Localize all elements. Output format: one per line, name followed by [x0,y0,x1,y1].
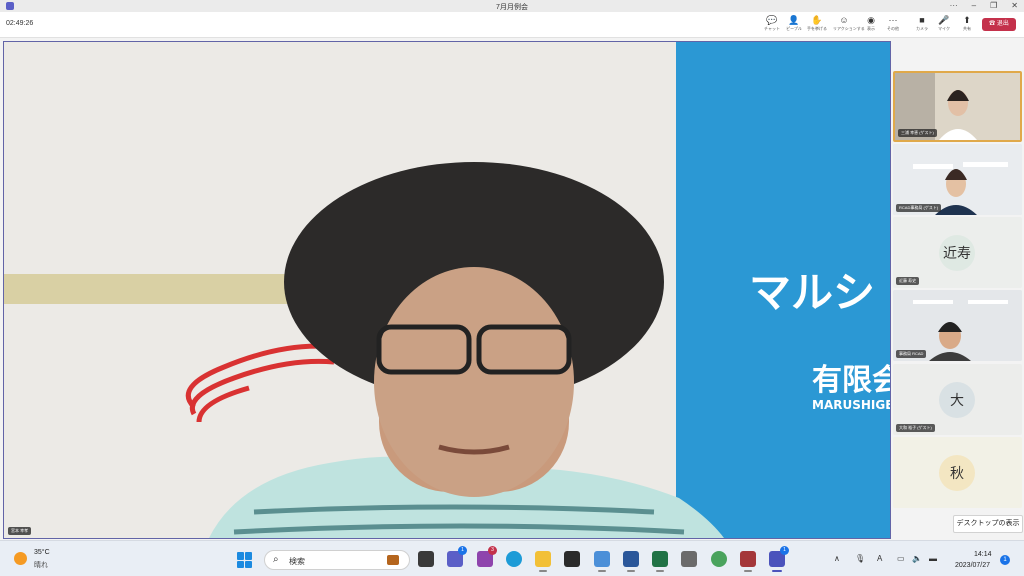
share-button[interactable]: ⬆ 共有 [956,15,978,35]
ime-indicator[interactable]: A [877,554,882,563]
network-icon[interactable]: ▭ [897,554,905,563]
access-icon[interactable] [740,551,756,572]
more-options-icon[interactable]: ··· [950,1,958,10]
windows-taskbar: 35°C 晴れ ⌕ 検索 1 3 1 ∧ 🎙 A ▭ 🔈 ▬ 14:14 202… [0,540,1024,576]
excel-icon[interactable] [652,551,668,572]
mic-icon: 🎤 [938,15,950,25]
avatar: 大 [939,382,975,418]
file-explorer-icon[interactable] [535,551,551,572]
title-bar: 7月月例会 ··· – ❐ ✕ [0,0,1024,12]
volume-icon[interactable]: 🔈 [912,554,922,563]
phone-icon: ☎ [989,21,996,27]
battery-icon[interactable]: ▬ [929,554,937,563]
participant-tile[interactable]: 大 大和 裕子 (ゲスト) [893,364,1022,435]
clock-time[interactable]: 14:14 [974,551,992,558]
participant-name: 事務局 RCAD [896,350,927,358]
banner-en: MARUSHIGE [812,398,890,412]
banner-sub: 有限会 [812,363,890,398]
people-button[interactable]: 👤 ピープル [783,15,805,35]
more-button[interactable]: ··· その他 [882,15,904,35]
window-title: 7月月例会 [496,4,528,11]
search-icon: ⌕ [273,554,279,565]
more-icon: ··· [888,15,898,25]
view-icon: ◉ [867,15,875,25]
minimize-button[interactable]: – [972,1,976,10]
taskbar-search[interactable]: ⌕ 検索 [264,550,410,570]
teams-badge: 1 [780,546,789,555]
share-icon: ⬆ [963,15,971,25]
sun-icon [14,552,27,565]
app-icon[interactable]: 3 [477,546,497,567]
avatar: 秋 [939,455,975,491]
raise-hand-icon: ✋ [811,15,823,25]
task-view-icon[interactable] [418,551,434,567]
word-icon[interactable] [623,551,639,572]
search-highlight-icon [387,555,399,565]
avatar: 近寿 [939,235,975,271]
restore-button[interactable]: ❐ [990,1,997,10]
participant-name: 大和 裕子 (ゲスト) [896,424,935,432]
notepad-icon[interactable] [594,551,610,572]
camera-icon: ■ [919,15,925,25]
participant-tile[interactable]: 事務局 RCAD [893,290,1022,361]
teams-chat-icon[interactable]: 1 [447,546,467,567]
banner-title: マルシ [749,268,875,317]
app-badge: 3 [488,546,497,555]
participant-tile[interactable]: 三浦 幸恵 (ゲスト) [893,71,1022,142]
main-speaker-video[interactable]: マルシ 有限会 MARUSHIGE 宮本 幸孝 [3,41,891,539]
raise-hand-button[interactable]: ✋ 手を挙げる [806,15,828,35]
edge-icon[interactable] [506,551,522,567]
chat-icon: 💬 [766,15,778,25]
calculator-icon[interactable] [681,551,697,567]
chevron-up-icon[interactable]: ∧ [834,554,840,563]
people-icon: 👤 [788,15,800,25]
camera-button[interactable]: ■ カメラ [911,15,933,35]
show-desktop-tooltip: デスクトップの表示 [953,515,1023,533]
reaction-icon: ☺ [839,15,849,25]
meeting-timer: 02:49:26 [6,20,34,27]
meeting-toolbar: 02:49:26 💬 チャット 👤 ピープル ✋ 手を挙げる ☺ リアクションす… [0,12,1024,38]
speaker-video-frame: マルシ 有限会 MARUSHIGE [4,42,890,538]
search-placeholder: 検索 [289,557,305,566]
microphone-icon[interactable]: 🎙 [855,554,865,563]
participant-tile[interactable]: 秋 [893,437,1022,508]
teams-chat-badge: 1 [458,546,467,555]
close-button[interactable]: ✕ [1011,1,1018,10]
participant-name: 近藤 寿史 [896,277,920,285]
sticky-notes-icon[interactable] [564,551,580,567]
notification-badge[interactable]: 1 [1000,555,1010,565]
reaction-button[interactable]: ☺ リアクションする [833,15,865,35]
clock-date[interactable]: 2023/07/27 [955,562,990,569]
weather-condition: 晴れ [34,562,48,569]
participant-name: 三浦 幸恵 (ゲスト) [898,129,937,137]
participant-name: RCAD事務局 (ゲスト) [896,204,942,212]
mic-button[interactable]: 🎤 マイク [933,15,955,35]
start-button[interactable] [237,552,253,568]
teams-icon[interactable]: 1 [769,546,789,572]
weather-temperature: 35°C [34,549,50,556]
participant-tile[interactable]: RCAD事務局 (ゲスト) [893,144,1022,215]
participant-tile[interactable]: 近寿 近藤 寿史 [893,217,1022,288]
view-button[interactable]: ◉ 表示 [860,15,882,35]
chat-button[interactable]: 💬 チャット [761,15,783,35]
chrome-icon[interactable] [711,551,727,567]
teams-meeting-window: 7月月例会 ··· – ❐ ✕ 02:49:26 💬 チャット 👤 ピープル ✋… [0,0,1024,576]
leave-button[interactable]: ☎ 退出 [982,18,1016,31]
speaker-name-label: 宮本 幸孝 [8,527,32,535]
